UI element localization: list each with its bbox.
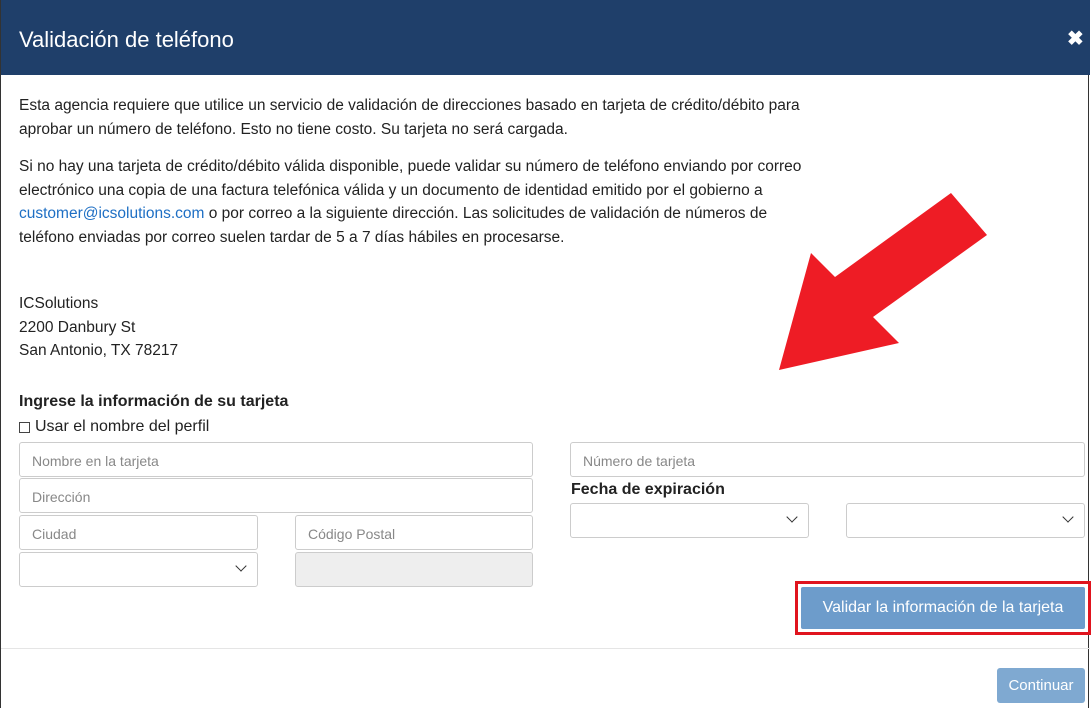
use-profile-name-label: Usar el nombre del perfil — [35, 418, 210, 435]
intro-paragraph: Esta agencia requiere que utilice un ser… — [19, 97, 800, 138]
card-number-input[interactable]: Número de tarjeta — [570, 442, 1085, 477]
disabled-field — [295, 552, 533, 587]
use-profile-name-checkbox[interactable] — [19, 421, 30, 433]
exp-month-select[interactable] — [570, 503, 809, 538]
zip-code-input[interactable]: Código Postal — [295, 515, 533, 550]
alternative-paragraph: Si no hay una tarjeta de crédito/débito … — [19, 155, 809, 249]
modal-header: Validación de teléfono ✖ — [1, 0, 1090, 75]
modal-title: Validación de teléfono — [19, 27, 234, 52]
continue-button[interactable]: Continuar — [997, 668, 1085, 703]
mailing-address: ICSolutions 2200 Danbury St San Antonio,… — [19, 292, 178, 363]
footer-divider — [1, 648, 1090, 649]
chevron-down-icon — [235, 560, 247, 572]
close-icon[interactable]: ✖ — [1067, 26, 1084, 51]
phone-validation-modal: Validación de teléfono ✖ Esta agencia re… — [0, 0, 1091, 708]
address-line-2: 2200 Danbury St — [19, 318, 136, 336]
red-arrow-icon — [779, 193, 987, 370]
city-input[interactable]: Ciudad — [19, 515, 258, 550]
expiration-date-label: Fecha de expiración — [571, 481, 725, 498]
card-section-title: Ingrese la información de su tarjeta — [19, 393, 289, 410]
address-line-1: ICSolutions — [19, 295, 99, 312]
use-profile-name-row: Usar el nombre del perfil — [19, 418, 209, 436]
exp-year-select[interactable] — [846, 503, 1085, 538]
chevron-down-icon — [1062, 511, 1074, 523]
name-on-card-input[interactable]: Nombre en la tarjeta — [19, 442, 533, 477]
address-line-3: San Antonio, TX 78217 — [19, 342, 179, 359]
address-input[interactable]: Dirección — [19, 478, 533, 513]
validate-card-button[interactable]: Validar la información de la tarjeta — [801, 587, 1085, 629]
state-select[interactable] — [19, 552, 258, 587]
email-link[interactable]: customer@icsolutions.com — [19, 205, 204, 222]
chevron-down-icon — [786, 511, 798, 523]
alternative-text-before: Si no hay una tarjeta de crédito/débito … — [19, 158, 802, 199]
